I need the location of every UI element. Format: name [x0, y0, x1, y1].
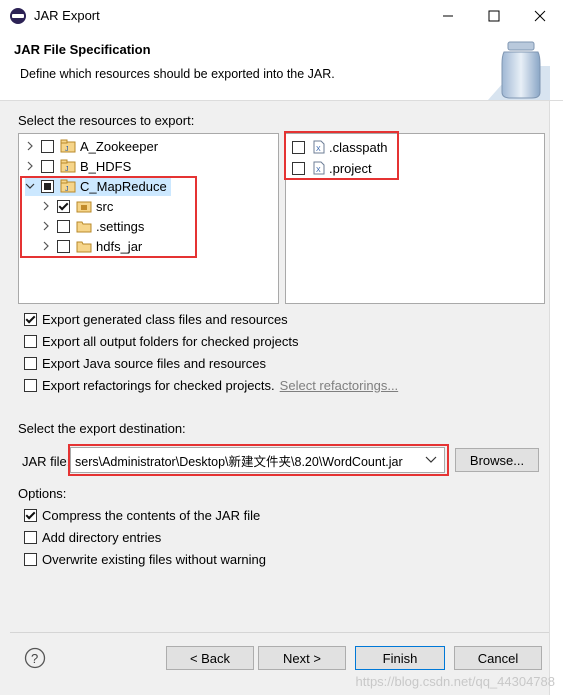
next-button[interactable]: Next > [258, 646, 346, 670]
option-export-output-folders[interactable]: Export all output folders for checked pr… [24, 331, 299, 351]
tree-item-label: B_HDFS [80, 158, 132, 174]
finish-button[interactable]: Finish [355, 646, 445, 670]
jar-banner-icon [488, 41, 550, 100]
option-label: Export generated class files and resourc… [42, 311, 288, 327]
option-label: Export all output folders for checked pr… [42, 333, 299, 349]
background-window-strip [549, 32, 563, 695]
destination-label: Select the export destination: [18, 421, 186, 436]
option-label: Export refactorings for checked projects… [42, 377, 275, 393]
footer-divider [10, 632, 549, 633]
checkbox[interactable] [24, 378, 37, 392]
resources-label: Select the resources to export: [18, 113, 195, 128]
option-overwrite[interactable]: Overwrite existing files without warning [24, 549, 266, 569]
maximize-icon [488, 10, 500, 22]
close-icon [534, 10, 546, 22]
option-export-refactorings[interactable]: Export refactorings for checked projects… [24, 375, 398, 395]
back-button[interactable]: < Back [166, 646, 254, 670]
checkbox[interactable] [24, 356, 37, 370]
maximize-button[interactable] [471, 0, 517, 32]
option-export-class-files[interactable]: Export generated class files and resourc… [24, 309, 288, 329]
project-icon: J [60, 159, 76, 173]
option-label: Compress the contents of the JAR file [42, 507, 261, 523]
svg-text:?: ? [31, 651, 38, 666]
svg-text:J: J [65, 166, 69, 173]
svg-text:J: J [65, 146, 69, 153]
watermark-text: https://blog.csdn.net/qq_44304788 [355, 674, 556, 689]
option-export-java-source[interactable]: Export Java source files and resources [24, 353, 266, 373]
highlight-box-destination [68, 444, 449, 476]
minimize-button[interactable] [425, 0, 471, 32]
checkbox[interactable] [41, 139, 54, 153]
tree-item-a-zookeeper[interactable]: J A_Zookeeper [25, 136, 158, 156]
option-label: Add directory entries [42, 529, 162, 545]
tree-item-b-hdfs[interactable]: J B_HDFS [25, 156, 131, 176]
window-title: JAR Export [34, 8, 100, 23]
chevron-right-icon[interactable] [25, 141, 35, 151]
cancel-button[interactable]: Cancel [454, 646, 542, 670]
checkbox[interactable] [24, 334, 37, 348]
option-label: Overwrite existing files without warning [42, 551, 266, 567]
checkbox-checked[interactable] [24, 312, 37, 326]
minimize-icon [443, 15, 453, 17]
select-refactorings-link[interactable]: Select refactorings... [280, 378, 399, 393]
page-description: Define which resources should be exporte… [20, 67, 335, 81]
title-bar: JAR Export [0, 0, 563, 32]
jar-file-label: JAR file: [22, 454, 71, 469]
checkbox[interactable] [24, 530, 37, 544]
option-add-directory-entries[interactable]: Add directory entries [24, 527, 161, 547]
highlight-box-project [20, 176, 197, 258]
checkbox[interactable] [41, 159, 54, 173]
chevron-right-icon[interactable] [25, 161, 35, 171]
options-label: Options: [18, 486, 67, 501]
option-label: Export Java source files and resources [42, 355, 266, 371]
close-button[interactable] [517, 0, 563, 32]
project-icon: J [60, 139, 76, 153]
help-icon[interactable]: ? [24, 647, 46, 669]
option-compress[interactable]: Compress the contents of the JAR file [24, 505, 260, 525]
browse-button[interactable]: Browse... [455, 448, 539, 472]
tree-item-label: A_Zookeeper [80, 138, 159, 154]
eclipse-logo-icon [10, 8, 26, 24]
highlight-box-files [284, 131, 399, 180]
checkbox[interactable] [24, 552, 37, 566]
checkbox-checked[interactable] [24, 508, 37, 522]
page-title: JAR File Specification [14, 42, 151, 57]
